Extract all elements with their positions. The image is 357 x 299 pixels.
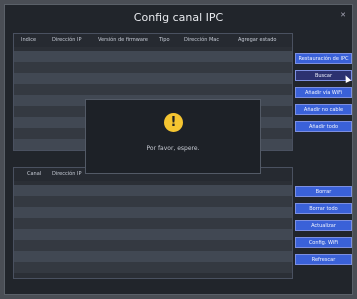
table-row[interactable] (14, 251, 292, 262)
table-row[interactable] (14, 84, 292, 95)
channel-table: Canal Dirección IP (13, 167, 293, 279)
warning-icon: ! (164, 113, 183, 132)
table-row[interactable] (14, 196, 292, 207)
table-row[interactable] (14, 262, 292, 273)
table-row[interactable] (14, 229, 292, 240)
column-header-ip: Dirección IP (52, 171, 82, 177)
add-via-wifi-button[interactable]: Añadir vía WiFi (295, 87, 352, 98)
modal-message: Por favor, espere. (146, 145, 200, 152)
table-row[interactable] (14, 218, 292, 229)
table-row[interactable] (14, 51, 292, 62)
ipc-restore-button[interactable]: Restauración de IPC (295, 53, 352, 64)
column-header-type: Tipo (159, 37, 170, 43)
column-header-status: Agregar estado (238, 37, 277, 43)
update-button[interactable]: Actualizar (295, 220, 352, 231)
refresh-button[interactable]: Refrescar (295, 254, 352, 265)
table-row[interactable] (14, 73, 292, 84)
table-row[interactable] (14, 62, 292, 73)
dialog-title: Config canal IPC (133, 11, 224, 24)
column-header-channel: Canal (27, 171, 42, 177)
delete-button[interactable]: Borrar (295, 186, 352, 197)
table-row[interactable] (14, 207, 292, 218)
table-header: Indice Dirección IP Versión de firmware … (14, 34, 292, 47)
add-all-button[interactable]: Añadir todo (295, 121, 352, 132)
column-header-mac: Dirección Mac (184, 37, 220, 43)
please-wait-modal: ! Por favor, espere. (85, 99, 261, 174)
column-header-firmware: Versión de firmware (98, 37, 148, 43)
column-header-ip: Dirección IP (52, 37, 82, 43)
close-icon[interactable]: ✕ (340, 11, 346, 19)
wifi-config-button[interactable]: Config. WiFi (295, 237, 352, 248)
table-row[interactable] (14, 185, 292, 196)
add-wired-button[interactable]: Añadir no cable (295, 104, 352, 115)
delete-all-button[interactable]: Borrar todo (295, 203, 352, 214)
table-row[interactable] (14, 240, 292, 251)
column-header-index: Indice (21, 37, 37, 43)
